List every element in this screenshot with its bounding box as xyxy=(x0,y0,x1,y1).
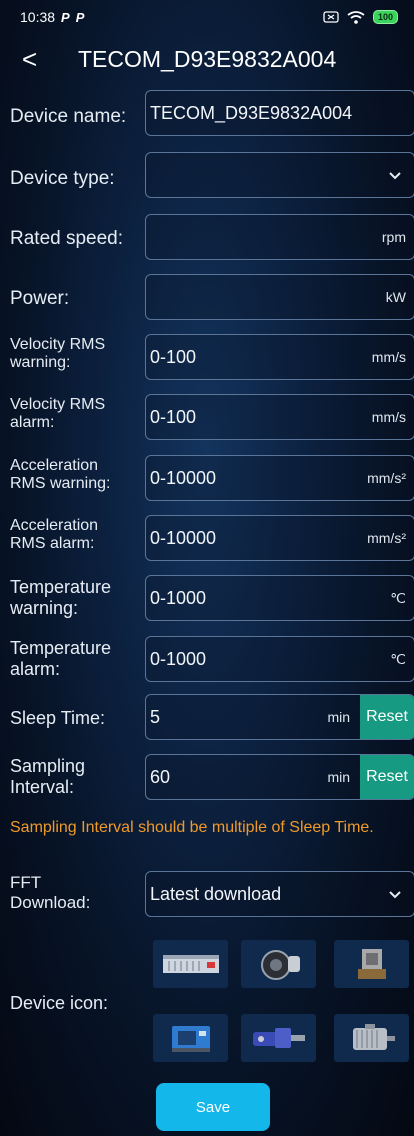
fft-download-label: FFT Download: xyxy=(10,873,91,912)
sampling-interval-value: 60 xyxy=(150,767,171,787)
temperature-alarm-unit: ℃ xyxy=(390,651,406,667)
velocity-rms-alarm-input[interactable]: 0-100 mm/s xyxy=(145,394,414,440)
save-button[interactable]: Save xyxy=(156,1083,270,1131)
notification-icon-2: P xyxy=(75,9,85,25)
velocity-rms-alarm-label: Velocity RMS alarm: xyxy=(10,396,106,431)
sampling-interval-input[interactable]: 60 min Reset xyxy=(145,754,414,800)
temperature-alarm-input[interactable]: 0-1000 ℃ xyxy=(145,636,414,682)
wifi-icon xyxy=(347,10,365,24)
sampling-interval-label: Sampling Interval: xyxy=(10,756,86,797)
acceleration-rms-warning-unit: mm/s² xyxy=(367,470,406,486)
device-name-value: TECOM_D93E9832A004 xyxy=(150,103,353,123)
sleep-time-label: Sleep Time: xyxy=(10,708,106,728)
fft-download-value: Latest download xyxy=(150,884,282,904)
acceleration-rms-warning-input[interactable]: 0-10000 mm/s² xyxy=(145,455,414,501)
page-title: TECOM_D93E9832A004 xyxy=(78,46,337,72)
cnc-machine-icon[interactable] xyxy=(153,1014,228,1062)
velocity-rms-alarm-value: 0-100 xyxy=(150,407,197,427)
acceleration-rms-alarm-input[interactable]: 0-10000 mm/s² xyxy=(145,515,414,561)
compressor-icon[interactable] xyxy=(241,940,316,988)
power-unit: kW xyxy=(385,289,406,305)
back-icon[interactable]: < xyxy=(22,44,37,75)
device-name-label: Device name: xyxy=(10,106,127,127)
app-header: < TECOM_D93E9832A004 xyxy=(0,38,414,82)
power-input[interactable]: kW xyxy=(145,274,414,320)
clock: 10:38 xyxy=(20,9,56,25)
air-conditioner-icon[interactable] xyxy=(153,940,228,988)
chevron-down-icon xyxy=(389,172,401,180)
power-label: Power: xyxy=(10,288,70,309)
sleep-time-value: 5 xyxy=(150,707,161,727)
velocity-rms-warning-value: 0-100 xyxy=(150,347,197,367)
sampling-interval-reset-button[interactable]: Reset xyxy=(360,755,414,799)
temperature-warning-value: 0-1000 xyxy=(150,588,207,608)
device-type-select[interactable] xyxy=(145,152,414,198)
acceleration-rms-warning-value: 0-10000 xyxy=(150,468,217,488)
temperature-warning-unit: ℃ xyxy=(390,590,406,606)
device-type-label: Device type: xyxy=(10,168,115,189)
velocity-rms-warning-input[interactable]: 0-100 mm/s xyxy=(145,334,414,380)
sleep-time-reset-button[interactable]: Reset xyxy=(360,695,414,739)
rated-speed-unit: rpm xyxy=(381,229,406,245)
device-name-input[interactable]: TECOM_D93E9832A004 xyxy=(145,90,414,136)
rated-speed-label: Rated speed: xyxy=(10,228,124,249)
sampling-warning-message: Sampling Interval should be multiple of … xyxy=(10,819,374,836)
temperature-alarm-label: Temperature alarm: xyxy=(10,638,112,679)
acceleration-rms-alarm-unit: mm/s² xyxy=(367,530,406,546)
temperature-warning-input[interactable]: 0-1000 ℃ xyxy=(145,575,414,621)
acceleration-rms-warning-label: Acceleration RMS warning: xyxy=(10,457,111,492)
chevron-down-icon xyxy=(389,891,401,899)
rated-speed-input[interactable]: rpm xyxy=(145,214,414,260)
velocity-rms-alarm-unit: mm/s xyxy=(371,409,406,425)
battery-icon: 100 xyxy=(372,10,398,24)
sleep-time-input[interactable]: 5 min Reset xyxy=(145,694,414,740)
motor-icon[interactable] xyxy=(334,1014,409,1062)
sim-icon xyxy=(323,11,339,23)
device-settings-screen: 10:38 P P 100 < TECOM_D93E9832A004 Devic… xyxy=(0,0,414,1136)
velocity-rms-warning-unit: mm/s xyxy=(371,349,406,365)
acceleration-rms-alarm-label: Acceleration RMS alarm: xyxy=(10,517,99,552)
status-bar: 10:38 P P 100 xyxy=(0,0,414,34)
fft-download-select[interactable]: Latest download xyxy=(145,871,414,917)
temperature-alarm-value: 0-1000 xyxy=(150,649,207,669)
temperature-warning-label: Temperature warning: xyxy=(10,577,112,618)
velocity-rms-warning-label: Velocity RMS warning: xyxy=(10,336,106,371)
sampling-interval-unit: min xyxy=(327,769,350,785)
sleep-time-unit: min xyxy=(327,709,350,725)
pump-icon[interactable] xyxy=(334,940,409,988)
gear-motor-icon[interactable] xyxy=(241,1014,316,1062)
device-icon-label: Device icon: xyxy=(10,993,109,1013)
acceleration-rms-alarm-value: 0-10000 xyxy=(150,528,217,548)
notification-icon: P xyxy=(61,9,70,25)
